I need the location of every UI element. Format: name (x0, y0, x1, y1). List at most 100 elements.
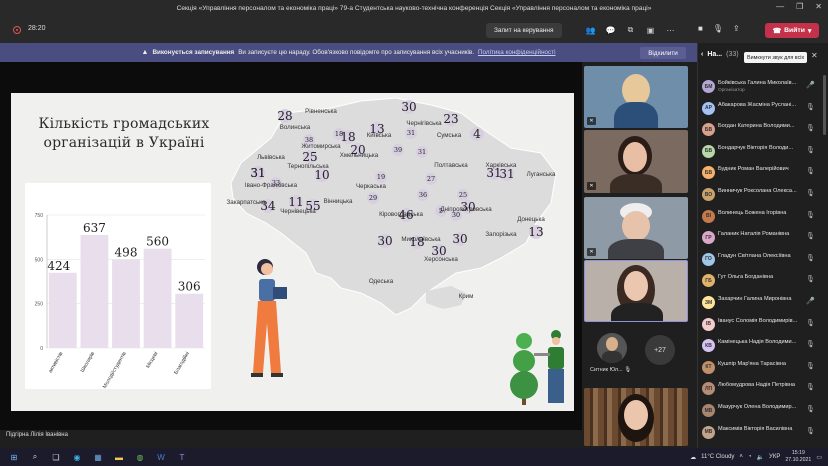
volume-icon[interactable]: 🔈 (757, 454, 764, 461)
participant-row[interactable]: КВ Камінецька Надія Володими... 🎙 (698, 335, 828, 356)
request-control-button[interactable]: Запит на керування (486, 23, 562, 38)
participant-row[interactable]: ВІ Волинець Божена Ігорівна 🎙 (698, 206, 828, 227)
participant-name: Захарчин Галина Миронівна (718, 296, 792, 302)
bar-value-label: 498 (115, 246, 138, 260)
store-icon[interactable]: ▦ (91, 451, 105, 463)
privacy-link[interactable]: Політика конфіденційності (478, 49, 555, 56)
mic-icon[interactable]: 🎙 (806, 146, 815, 154)
city-value: 31 (418, 148, 426, 156)
region-value: 13 (369, 122, 384, 136)
mic-icon[interactable]: 🎙 (806, 405, 815, 413)
participant-name: Волинець Божена Ігорівна (718, 209, 787, 216)
bar-chart-svg: 0 250 500 750 424 активістів 637 Школярів 498 Мол… (35, 213, 205, 390)
mic-icon[interactable]: 🎙 (806, 254, 815, 262)
clock[interactable]: 15:19 27.10.2021 (785, 450, 811, 464)
participant-body (611, 303, 663, 321)
mic-icon[interactable]: 🎤 (806, 297, 815, 305)
mic-icon[interactable]: 🎙 (806, 362, 815, 370)
participants-icon[interactable]: 👥 (585, 25, 596, 35)
search-icon[interactable]: ⌕ (28, 451, 42, 463)
city-value: 39 (394, 146, 402, 154)
tray-chevron-icon[interactable]: ˄ (739, 454, 743, 460)
chat-icon[interactable]: 💬 (605, 25, 616, 35)
mic-off-icon[interactable]: 🎙 (713, 24, 723, 33)
participant-video (624, 400, 648, 430)
speaker-name: Підгірна Лілія Іванівна (6, 432, 68, 438)
mic-icon[interactable]: 🎙 (806, 340, 815, 348)
participant-row[interactable]: АР Абакарова Жасміна Руслані... 🎙 (698, 98, 828, 119)
participant-avatar[interactable] (597, 333, 627, 363)
region-label: Чернігівська (406, 120, 442, 127)
video-tile[interactable]: ✕ (584, 197, 688, 259)
language-indicator[interactable]: УКР (769, 454, 780, 460)
window-title: Секція «Управління персоналом та економі… (176, 4, 652, 12)
participant-row[interactable]: ВО Винничук Роксолана Олекса... 🎙 (698, 184, 828, 205)
leave-button[interactable]: ☎ Вийти ▾ (765, 23, 819, 38)
video-tile[interactable]: ✕ (584, 130, 688, 193)
dismiss-button[interactable]: Відхилити (640, 47, 686, 59)
participant-row[interactable]: ЛП Любомудрова Надія Петрівна 🎙 (698, 378, 828, 399)
mic-icon[interactable]: 🎙 (806, 275, 815, 283)
participant-row[interactable]: ІВ Іванус Соломія Володимирів... 🎙 (698, 314, 828, 335)
word-icon[interactable]: W (154, 451, 168, 463)
more-participants-button[interactable]: +27 (645, 335, 675, 365)
participant-row[interactable]: КТ Кушпір Мар'яна Тарасівна 🎙 (698, 357, 828, 378)
mic-icon[interactable]: 🎙 (806, 427, 815, 435)
region-value: 30 (460, 200, 475, 214)
participant-row[interactable]: БВ Будник Роман Валерійович 🎙 (698, 162, 828, 183)
video-tile-active-speaker[interactable] (584, 260, 688, 322)
meeting-toolbar: 28:20 Запит на керування 👥 💬 ⧉ ▣ ⋯ ■ 🎙 ⇪… (0, 16, 828, 43)
clock-date: 27.10.2021 (785, 457, 812, 463)
participant-row[interactable]: МВ Мазурчук Олена Володимир... 🎙 (698, 400, 828, 421)
close-icon[interactable]: ✕ (811, 51, 818, 60)
region-value: 13 (528, 225, 543, 239)
bar (48, 272, 77, 348)
participant-row[interactable]: ЗМ Захарчин Галина Миронівна 🎤 (698, 292, 828, 313)
region-label: Волинська (280, 124, 311, 131)
mic-icon[interactable]: 🎙 (806, 232, 815, 240)
mic-icon[interactable]: 🎙 (806, 189, 815, 197)
share-screen-icon[interactable]: ⇪ (733, 24, 740, 33)
mic-icon[interactable]: 🎙 (806, 319, 815, 327)
participant-body (614, 102, 658, 128)
mic-icon[interactable]: 🎙 (806, 167, 815, 175)
task-view-icon[interactable]: ❏ (49, 451, 63, 463)
explorer-icon[interactable]: ▬ (112, 451, 126, 463)
participant-row[interactable]: МВ Максимів Вікторія Василівна 🎙 (698, 422, 828, 443)
more-icon[interactable]: ⋯ (665, 25, 676, 35)
region-label: Львівська (257, 154, 285, 161)
participant-row[interactable]: БВ Бондарчук Вікторія Володи... 🎙 (698, 141, 828, 162)
panel-scrollbar[interactable] (823, 75, 826, 135)
mic-icon[interactable]: 🎙 (806, 124, 815, 132)
teams-icon[interactable]: T (175, 451, 189, 463)
mic-icon[interactable]: 🎙 (806, 383, 815, 391)
participant-row[interactable]: БМ Бойківська Галина Миколаїв... 🎤 Організа… (698, 76, 828, 97)
windows-start-icon[interactable]: ⊞ (7, 451, 21, 463)
mic-icon[interactable]: 🎤 (806, 81, 815, 89)
participant-row[interactable]: ГБ Гут Ольга Богданівна 🎙 (698, 270, 828, 291)
city-value: 38 (305, 136, 313, 144)
mic-icon[interactable]: 🎙 (806, 211, 815, 219)
minimize-icon[interactable]: — (776, 2, 784, 11)
back-icon[interactable]: ‹ (701, 51, 703, 58)
video-tile[interactable]: ✕ (584, 66, 688, 128)
maximize-icon[interactable]: ❐ (796, 2, 803, 11)
participant-name: Бойківська Галина Миколаїв... (718, 80, 797, 86)
mute-all-button[interactable]: Вимкнути звук для всіх (744, 52, 808, 63)
participant-row[interactable]: ГО Гладун Світлана Олексіївна 🎙 (698, 249, 828, 270)
close-icon[interactable]: ✕ (815, 2, 822, 11)
camera-icon[interactable]: ■ (698, 24, 703, 33)
video-tile[interactable] (584, 388, 688, 446)
y-tick-label: 500 (35, 257, 44, 263)
notifications-icon[interactable]: ▭ (816, 454, 822, 461)
chrome-icon[interactable]: ◍ (133, 451, 147, 463)
mic-icon[interactable]: 🎙 (806, 103, 815, 111)
participant-row[interactable]: ГР Галаник Наталія Романівна 🎙 (698, 227, 828, 248)
network-icon[interactable]: ◔ (748, 454, 752, 460)
share-icon[interactable]: ▣ (645, 25, 656, 35)
bar-value-label: 637 (83, 221, 106, 235)
rooms-icon[interactable]: ⧉ (625, 25, 636, 35)
participant-row[interactable]: БВ Богдан Катерина Володими... 🎙 (698, 119, 828, 140)
edge-icon[interactable]: ◉ (70, 451, 84, 463)
gardener-illustration (510, 330, 564, 405)
